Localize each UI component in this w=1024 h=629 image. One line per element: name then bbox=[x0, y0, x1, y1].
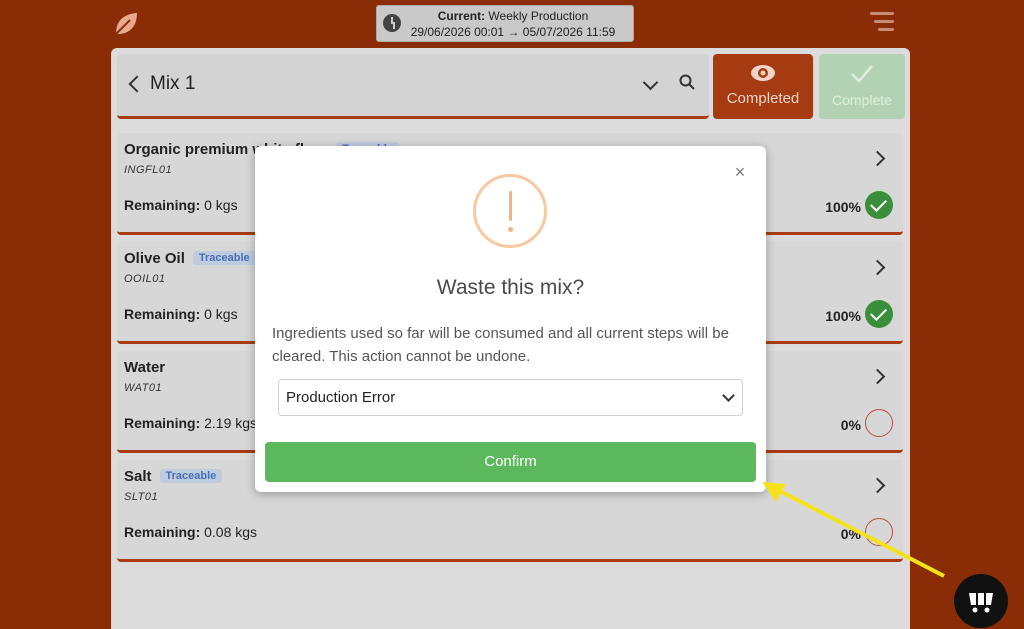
period-range: 29/06/2026 00:01 → 05/07/2026 11:59 bbox=[410, 25, 616, 39]
complete-button[interactable]: Complete bbox=[819, 54, 905, 119]
remaining-label: Remaining: bbox=[124, 415, 201, 431]
remaining-label: Remaining: bbox=[124, 306, 201, 322]
complete-label: Complete bbox=[832, 92, 892, 108]
leaf-logo-icon bbox=[115, 13, 137, 35]
period-label: Current: bbox=[437, 9, 486, 23]
remaining-value: 0.08 kgs bbox=[204, 524, 258, 540]
incomplete-circle-icon bbox=[865, 409, 893, 437]
remaining-label: Remaining: bbox=[124, 197, 201, 213]
chevron-down-icon bbox=[722, 389, 735, 402]
remaining-label: Remaining: bbox=[124, 524, 201, 540]
annotation-arrow bbox=[762, 482, 945, 578]
progress-percent: 100% bbox=[825, 308, 861, 324]
mix-header: Mix 1 bbox=[117, 54, 709, 119]
ingredient-name: Olive Oil bbox=[124, 250, 185, 267]
search-icon[interactable] bbox=[679, 74, 695, 90]
traceable-badge: Traceable bbox=[192, 251, 256, 265]
chevron-right-icon[interactable] bbox=[869, 368, 886, 385]
production-period-indicator[interactable]: Current: Weekly Production 29/06/2026 00… bbox=[376, 5, 634, 42]
chevron-right-icon[interactable] bbox=[869, 150, 886, 167]
dialog-title: Waste this mix? bbox=[436, 276, 585, 299]
remaining-value: 2.19 kgs bbox=[204, 415, 258, 431]
progress-percent: 0% bbox=[840, 417, 861, 433]
chevron-right-icon[interactable] bbox=[869, 259, 886, 276]
traceable-badge: Traceable bbox=[159, 469, 223, 483]
remaining-value: 0 kgs bbox=[204, 306, 238, 322]
mix-title: Mix 1 bbox=[150, 73, 196, 94]
dialog-message: Ingredients used so far will be consumed… bbox=[272, 325, 729, 365]
confirm-button[interactable]: Confirm bbox=[265, 442, 756, 482]
completed-button[interactable]: Completed bbox=[713, 54, 813, 119]
complete-check-icon bbox=[865, 300, 893, 328]
ingredient-code: SLT01 bbox=[124, 491, 159, 503]
cart-fab-button[interactable] bbox=[954, 574, 1008, 628]
ingredient-code: OOIL01 bbox=[124, 273, 166, 285]
ingredient-code: INGFL01 bbox=[124, 164, 173, 176]
check-icon bbox=[851, 65, 873, 83]
menu-icon[interactable] bbox=[870, 12, 896, 34]
cart-icon bbox=[969, 593, 993, 613]
progress-percent: 100% bbox=[825, 199, 861, 215]
ingredient-code: WAT01 bbox=[124, 382, 163, 394]
ingredient-name: Water bbox=[124, 359, 166, 376]
ingredient-name: Salt bbox=[124, 468, 152, 485]
chevron-down-icon[interactable] bbox=[642, 74, 659, 91]
complete-check-icon bbox=[865, 191, 893, 219]
back-chevron-icon[interactable] bbox=[128, 75, 146, 93]
waste-mix-dialog: × Waste this mix? Ingredients used so fa… bbox=[255, 146, 766, 492]
remaining-value: 0 kgs bbox=[204, 197, 238, 213]
close-icon[interactable]: × bbox=[732, 163, 748, 181]
completed-label: Completed bbox=[726, 90, 800, 107]
waste-reason-value: Production Error bbox=[286, 389, 396, 406]
period-name: Weekly Production bbox=[488, 9, 589, 23]
waste-reason-select[interactable]: Production Error bbox=[278, 379, 743, 416]
warning-icon bbox=[473, 174, 547, 248]
eye-icon bbox=[751, 65, 775, 81]
